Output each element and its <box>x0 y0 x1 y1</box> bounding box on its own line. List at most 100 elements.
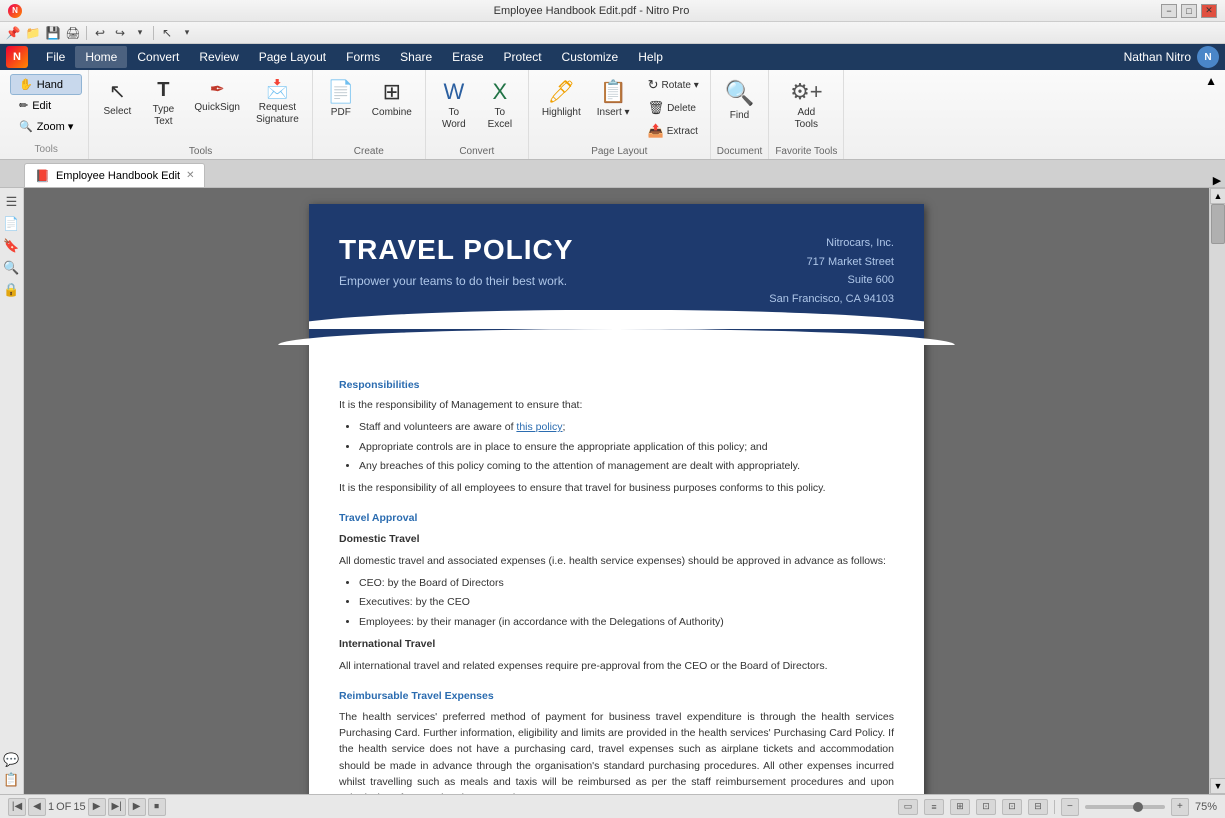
stop-button[interactable]: ⏹ <box>148 798 166 816</box>
maximize-button[interactable]: □ <box>1181 4 1197 18</box>
pdf-button[interactable]: 📄 PDF <box>319 74 363 124</box>
zoom-out-button[interactable]: − <box>1061 798 1079 816</box>
highlight-button[interactable]: 🖊 Highlight <box>535 74 588 124</box>
menu-erase[interactable]: Erase <box>442 46 493 68</box>
grid-view[interactable]: ⊡ <box>976 799 996 815</box>
pdf-content: Responsibilities It is the responsibilit… <box>309 351 924 794</box>
sidebar-search-icon[interactable]: 🔍 <box>2 258 22 278</box>
play-button[interactable]: ▶ <box>128 798 146 816</box>
doc-tab-close[interactable]: ✕ <box>186 170 194 181</box>
tab-right-arrow[interactable]: ▶ <box>1209 174 1225 187</box>
pin-icon[interactable]: 📌 <box>4 24 22 42</box>
request-signature-button[interactable]: 📩 RequestSignature <box>249 74 306 131</box>
delete-button[interactable]: 🗑 Delete <box>643 97 704 119</box>
redo-icon[interactable]: ↪ <box>111 24 129 42</box>
ribbon-collapse[interactable]: ▲ <box>1201 70 1221 159</box>
extract-button[interactable]: 📤 Extract <box>643 120 704 142</box>
rotate-button[interactable]: ↻ Rotate ▾ <box>643 74 704 96</box>
menu-forms[interactable]: Forms <box>336 46 390 68</box>
menu-help[interactable]: Help <box>628 46 673 68</box>
sidebar-panel-icon[interactable]: ☰ <box>2 192 22 212</box>
add-tools-icon: ⚙+ <box>790 79 823 105</box>
combine-button[interactable]: ⊞ Combine <box>365 74 419 124</box>
sidebar-bookmarks-icon[interactable]: 🔖 <box>2 236 22 256</box>
print-icon[interactable]: 🖨 <box>64 24 82 42</box>
doc-tab-icon: 📕 <box>35 169 50 183</box>
right-scrollbar[interactable]: ▲ ▼ <box>1209 188 1225 794</box>
sidebar-security-icon[interactable]: 🔒 <box>2 280 22 300</box>
cursor-dropdown-icon[interactable]: ▾ <box>178 24 196 42</box>
zoom-icon: 🔍 <box>19 120 33 133</box>
menu-protect[interactable]: Protect <box>494 46 552 68</box>
minimize-button[interactable]: − <box>1161 4 1177 18</box>
travel-approval-heading: Travel Approval <box>339 510 894 526</box>
menu-file[interactable]: File <box>36 46 75 68</box>
combine-icon: ⊞ <box>383 79 401 105</box>
compare-view[interactable]: ⊟ <box>1028 799 1048 815</box>
highlight-icon: 🖊 <box>547 79 575 105</box>
page-separator: OF <box>56 801 71 813</box>
user-avatar[interactable]: N <box>1197 46 1219 68</box>
domestic-travel-heading: Domestic Travel <box>339 531 894 547</box>
prev-page-button[interactable]: ◀ <box>28 798 46 816</box>
scroll-area[interactable]: TRAVEL POLICY Empower your teams to do t… <box>24 188 1209 794</box>
to-word-button[interactable]: W ToWord <box>432 74 476 136</box>
single-page-view[interactable]: ▭ <box>898 799 918 815</box>
responsibilities-heading: Responsibilities <box>339 377 894 393</box>
type-text-button[interactable]: T TypeText <box>141 74 185 133</box>
edit-button[interactable]: ✏ Edit <box>10 95 82 116</box>
menu-convert[interactable]: Convert <box>127 46 189 68</box>
ribbon-convert-section: W ToWord X ToExcel Convert <box>426 70 529 159</box>
responsibilities-intro: It is the responsibility of Management t… <box>339 397 894 413</box>
sidebar-attachments-icon[interactable]: 📋 <box>2 770 22 790</box>
menu-home[interactable]: Home <box>75 46 127 68</box>
title-bar: N Employee Handbook Edit.pdf - Nitro Pro… <box>0 0 1225 22</box>
cursor-icon[interactable]: ↖ <box>158 24 176 42</box>
to-excel-button[interactable]: X ToExcel <box>478 74 522 136</box>
menu-review[interactable]: Review <box>189 46 248 68</box>
next-page-button[interactable]: ▶ <box>88 798 106 816</box>
scroll-thumb[interactable] <box>1211 204 1225 244</box>
convert-section-label: Convert <box>459 144 494 157</box>
undo-icon[interactable]: ↩ <box>91 24 109 42</box>
close-button[interactable]: ✕ <box>1201 4 1217 18</box>
pdf-header: TRAVEL POLICY Empower your teams to do t… <box>309 204 924 329</box>
pdf-icon: 📄 <box>327 79 354 105</box>
find-button[interactable]: 🔍 Find <box>718 74 762 127</box>
international-travel-heading: International Travel <box>339 636 894 652</box>
double-page-view[interactable]: ⊞ <box>950 799 970 815</box>
menu-page-layout[interactable]: Page Layout <box>249 46 336 68</box>
save-icon[interactable]: 💾 <box>44 24 62 42</box>
zoom-in-button[interactable]: + <box>1171 798 1189 816</box>
sidebar-comments-icon[interactable]: 💬 <box>2 750 22 770</box>
open-icon[interactable]: 📁 <box>24 24 42 42</box>
delete-icon: 🗑 <box>648 100 665 116</box>
document-tab[interactable]: 📕 Employee Handbook Edit ✕ <box>24 163 205 187</box>
pdf-address: Nitrocars, Inc. 717 Market Street Suite … <box>769 234 894 309</box>
last-page-button[interactable]: ▶| <box>108 798 126 816</box>
continuous-view[interactable]: ≡ <box>924 799 944 815</box>
first-page-button[interactable]: |◀ <box>8 798 26 816</box>
ribbon-hand-section: ✋ Hand ✏ Edit 🔍 Zoom ▾ Tools <box>4 70 89 159</box>
full-screen-view[interactable]: ⊡ <box>1002 799 1022 815</box>
select-button[interactable]: ↖ Select <box>95 74 139 123</box>
hand-button[interactable]: ✋ Hand <box>10 74 82 95</box>
scroll-up-arrow[interactable]: ▲ <box>1210 188 1225 204</box>
domestic-travel-body: All domestic travel and associated expen… <box>339 553 894 569</box>
current-page: 1 <box>48 801 54 813</box>
menu-customize[interactable]: Customize <box>552 46 629 68</box>
domestic-travel-list: CEO: by the Board of Directors Executive… <box>359 575 894 630</box>
scroll-down-arrow[interactable]: ▼ <box>1210 778 1225 794</box>
zoom-thumb[interactable] <box>1133 802 1143 812</box>
reimbursable-body: The health services' preferred method of… <box>339 709 894 794</box>
zoom-button[interactable]: 🔍 Zoom ▾ <box>10 116 82 137</box>
extract-icon: 📤 <box>648 123 664 139</box>
add-tools-button[interactable]: ⚙+ AddTools <box>783 74 830 136</box>
sidebar-pages-icon[interactable]: 📄 <box>2 214 22 234</box>
zoom-slider[interactable] <box>1085 805 1165 809</box>
create-section-label: Create <box>354 144 384 157</box>
menu-share[interactable]: Share <box>390 46 442 68</box>
quicksign-button[interactable]: ✒ QuickSign <box>187 74 247 119</box>
undo-dropdown-icon[interactable]: ▾ <box>131 24 149 42</box>
insert-button[interactable]: 📋 Insert ▾ <box>590 74 637 124</box>
